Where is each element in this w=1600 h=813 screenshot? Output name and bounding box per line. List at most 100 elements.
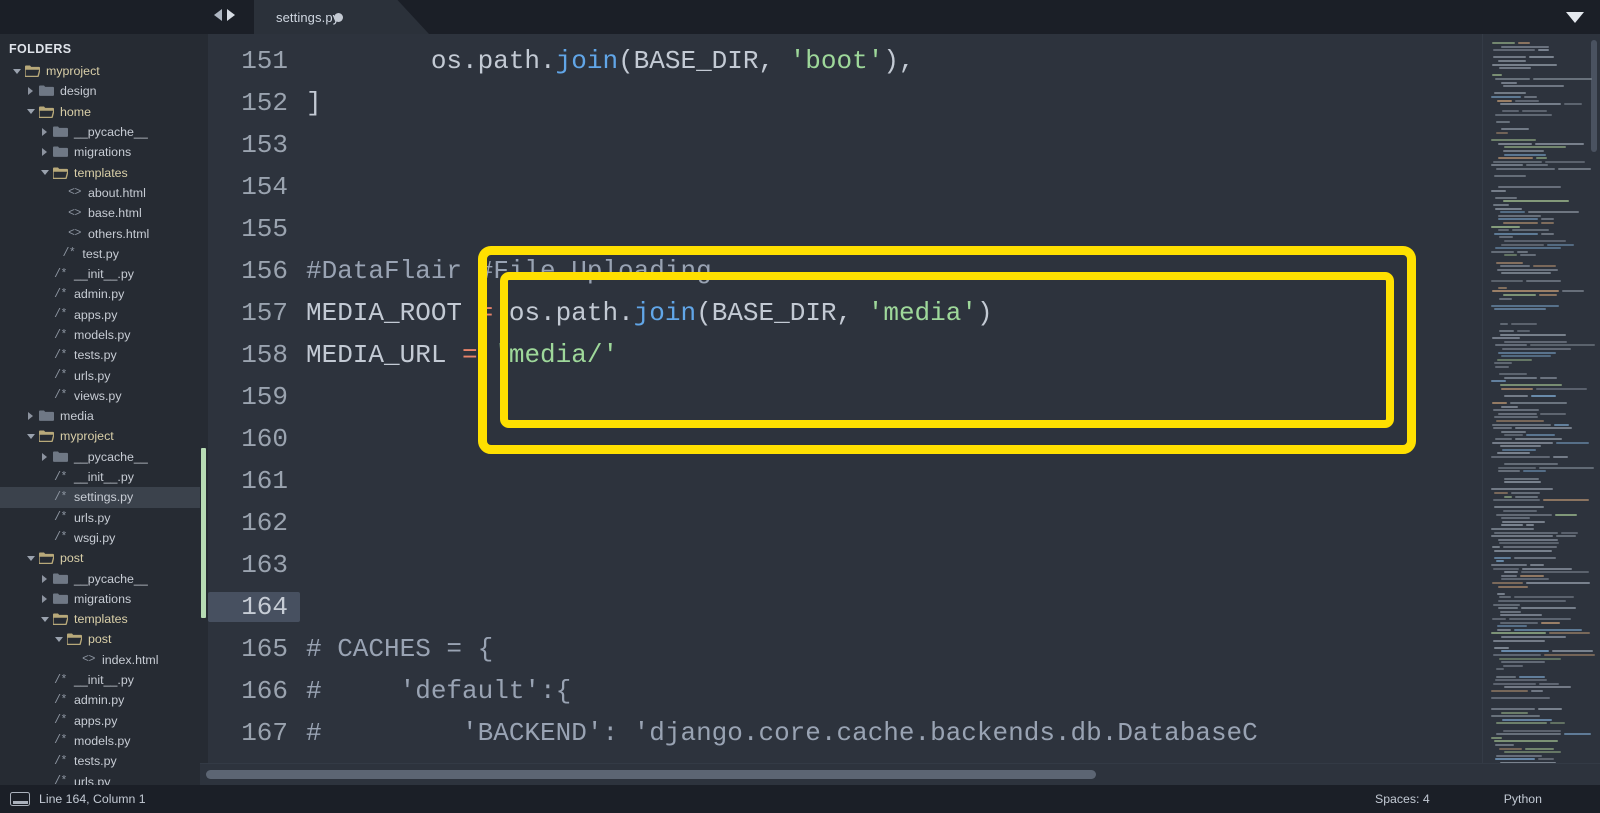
code-line-151[interactable]: 151 os.path.join(BASE_DIR, 'boot'), xyxy=(208,40,1482,82)
tree-item-admin-py[interactable]: /* admin.py xyxy=(0,690,200,710)
tree-item-settings-py[interactable]: /* settings.py xyxy=(0,487,200,508)
code-line-159[interactable]: 159 xyxy=(208,376,1482,418)
minimap-code-line xyxy=(1491,250,1514,253)
tree-item-admin-py[interactable]: /* admin.py xyxy=(0,284,200,304)
minimap-code-line xyxy=(1495,247,1561,250)
twisty-open-icon[interactable] xyxy=(24,555,37,561)
tree-item-post[interactable]: post xyxy=(0,548,200,568)
chevron-down-icon[interactable] xyxy=(1566,12,1584,23)
folder-open-icon xyxy=(37,552,56,565)
tree-item-design[interactable]: design xyxy=(0,81,200,101)
tree-item-templates[interactable]: templates xyxy=(0,609,200,629)
minimap-code-line xyxy=(1561,531,1578,534)
minimap-code-line xyxy=(1494,92,1526,95)
tree-item-migrations[interactable]: migrations xyxy=(0,142,200,162)
tree-item---pycache--[interactable]: __pycache__ xyxy=(0,568,200,588)
screen-icon[interactable] xyxy=(10,792,30,806)
twisty-open-icon[interactable] xyxy=(24,109,37,115)
horizontal-scrollbar-thumb[interactable] xyxy=(206,770,1096,779)
indentation-setting[interactable]: Spaces: 4 xyxy=(1375,792,1430,806)
twisty-closed-icon[interactable] xyxy=(38,574,51,583)
unsaved-dot-icon[interactable] xyxy=(334,13,343,22)
twisty-open-icon[interactable] xyxy=(52,636,65,642)
tree-item-views-py[interactable]: /* views.py xyxy=(0,386,200,406)
code-line-155[interactable]: 155 xyxy=(208,208,1482,250)
minimap-code-line xyxy=(1555,513,1577,516)
tab-nav-arrows[interactable] xyxy=(214,9,235,21)
minimap-code-line xyxy=(1493,49,1535,52)
tree-item-urls-py[interactable]: /* urls.py xyxy=(0,365,200,385)
code-line-153[interactable]: 153 xyxy=(208,124,1482,166)
minimap-code-line xyxy=(1496,420,1544,422)
tree-item---pycache--[interactable]: __pycache__ xyxy=(0,122,200,142)
tree-item---pycache--[interactable]: __pycache__ xyxy=(0,447,200,467)
tree-item-wsgi-py[interactable]: /* wsgi.py xyxy=(0,528,200,548)
twisty-closed-icon[interactable] xyxy=(24,87,37,96)
twisty-open-icon[interactable] xyxy=(38,616,51,622)
code-lines[interactable]: 151 os.path.join(BASE_DIR, 'boot'), 152] 1… xyxy=(208,34,1482,763)
tree-item-myproject[interactable]: myproject xyxy=(0,426,200,446)
tree-item-home[interactable]: home xyxy=(0,102,200,122)
tree-item-migrations[interactable]: migrations xyxy=(0,589,200,609)
twisty-closed-icon[interactable] xyxy=(38,148,51,157)
tree-item-myproject[interactable]: myproject xyxy=(0,61,200,81)
code-editor[interactable]: 151 os.path.join(BASE_DIR, 'boot'), 152] 1… xyxy=(200,34,1600,763)
tree-item---init---py[interactable]: /* __init__.py xyxy=(0,467,200,487)
tree-item-apps-py[interactable]: /* apps.py xyxy=(0,305,200,325)
code-line-154[interactable]: 154 xyxy=(208,166,1482,208)
horizontal-scrollbar[interactable] xyxy=(200,763,1600,785)
code-line-164[interactable]: 164 xyxy=(208,586,1482,628)
tree-item-post[interactable]: post xyxy=(0,629,200,649)
tree-item-others-html[interactable]: <> others.html xyxy=(0,223,200,243)
twisty-closed-icon[interactable] xyxy=(38,452,51,461)
code-line-165[interactable]: 165 # CACHES = { xyxy=(208,628,1482,670)
file-tree-sidebar[interactable]: FOLDERS myproject design home __pycache__ mi… xyxy=(0,34,200,785)
minimap-code-line xyxy=(1547,243,1574,246)
minimap-code-line xyxy=(1500,614,1542,617)
code-line-163[interactable]: 163 xyxy=(208,544,1482,586)
twisty-open-icon[interactable] xyxy=(10,68,23,74)
twisty-open-icon[interactable] xyxy=(24,433,37,439)
tree-item---init---py[interactable]: /* __init__.py xyxy=(0,670,200,690)
tree-item-templates[interactable]: templates xyxy=(0,162,200,182)
tree-item---init---py[interactable]: /* __init__.py xyxy=(0,264,200,284)
minimap-code-line xyxy=(1498,214,1541,217)
code-line-158[interactable]: 158 MEDIA_URL = 'media/' xyxy=(208,334,1482,376)
tree-item-models-py[interactable]: /* models.py xyxy=(0,325,200,345)
arrow-right-icon[interactable] xyxy=(227,9,235,21)
code-line-167[interactable]: 167 # 'BACKEND': 'django.core.cache.backe… xyxy=(208,712,1482,754)
code-line-152[interactable]: 152] xyxy=(208,82,1482,124)
minimap-code-line xyxy=(1495,207,1522,210)
twisty-closed-icon[interactable] xyxy=(24,412,37,421)
tree-item-models-py[interactable]: /* models.py xyxy=(0,731,200,751)
file-tree[interactable]: myproject design home __pycache__ migrations… xyxy=(0,61,200,785)
tree-item-tests-py[interactable]: /* tests.py xyxy=(0,345,200,365)
tree-item-urls-py[interactable]: /* urls.py xyxy=(0,771,200,785)
minimap-code-line xyxy=(1503,546,1557,548)
line-number: 161 xyxy=(241,466,288,496)
tree-item-tests-py[interactable]: /* tests.py xyxy=(0,751,200,771)
tree-item-media[interactable]: media xyxy=(0,406,200,426)
language-mode[interactable]: Python xyxy=(1504,792,1542,806)
code-line-160[interactable]: 160 xyxy=(208,418,1482,460)
minimap-scrollbar[interactable] xyxy=(1591,40,1597,152)
tree-item-test-py[interactable]: /* test.py xyxy=(0,244,200,264)
twisty-open-icon[interactable] xyxy=(38,170,51,176)
code-line-161[interactable]: 161 xyxy=(208,460,1482,502)
minimap[interactable] xyxy=(1482,34,1600,763)
tree-item-about-html[interactable]: <> about.html xyxy=(0,183,200,203)
code-line-156[interactable]: 156 #DataFlair #File Uploading xyxy=(208,250,1482,292)
tree-item-urls-py[interactable]: /* urls.py xyxy=(0,508,200,528)
tree-item-index-html[interactable]: <> index.html xyxy=(0,650,200,670)
cursor-position[interactable]: Line 164, Column 1 xyxy=(39,792,146,806)
code-line-157[interactable]: 157 MEDIA_ROOT = os.path.join(BASE_DIR, '… xyxy=(208,292,1482,334)
arrow-left-icon[interactable] xyxy=(214,9,222,21)
line-number: 164 xyxy=(208,592,300,622)
twisty-closed-icon[interactable] xyxy=(38,128,51,137)
code-line-162[interactable]: 162 xyxy=(208,502,1482,544)
tree-item-base-html[interactable]: <> base.html xyxy=(0,203,200,223)
code-line-166[interactable]: 166 # 'default':{ xyxy=(208,670,1482,712)
tree-item-apps-py[interactable]: /* apps.py xyxy=(0,711,200,731)
python-file-icon: /* xyxy=(54,531,67,545)
twisty-closed-icon[interactable] xyxy=(38,594,51,603)
